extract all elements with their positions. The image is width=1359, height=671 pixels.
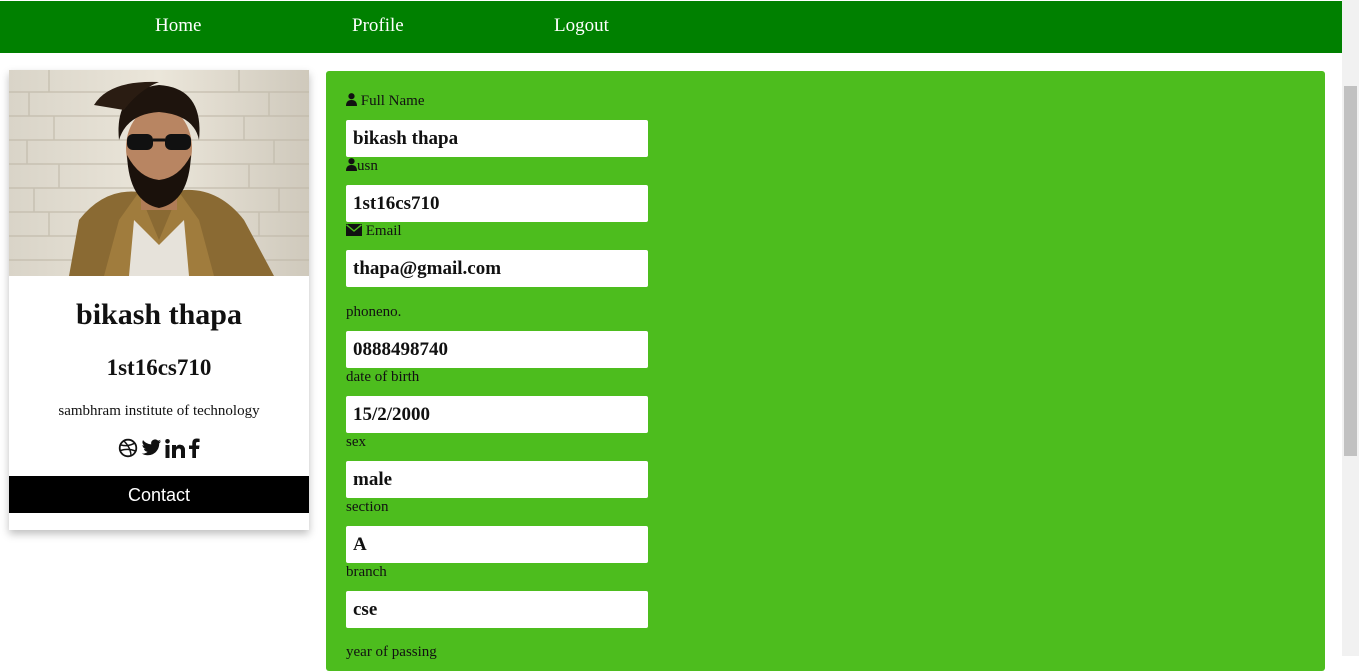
phone-field[interactable]: 0888498740 <box>346 331 648 368</box>
profile-name: bikash thapa <box>76 298 242 331</box>
linkedin-icon[interactable] <box>165 438 185 458</box>
envelope-icon <box>346 223 362 239</box>
nav-logout-link[interactable]: Logout <box>554 1 609 53</box>
sex-label: sex <box>346 434 366 450</box>
user-icon <box>346 158 357 174</box>
dob-field[interactable]: 15/2/2000 <box>346 396 648 433</box>
usn-label: usn <box>346 157 378 175</box>
sex-field[interactable]: male <box>346 461 648 498</box>
student-details-form: Full Name bikash thapa usn 1st16cs710 Em… <box>326 71 1325 671</box>
usn-field[interactable]: 1st16cs710 <box>346 185 648 222</box>
social-links <box>9 436 309 460</box>
dribbble-icon[interactable] <box>118 438 138 458</box>
page-scrollbar[interactable] <box>1342 0 1359 656</box>
profile-college: sambhram institute of technology <box>58 403 260 419</box>
full-name-label: Full Name <box>346 92 425 110</box>
year-of-passing-label: year of passing <box>346 644 437 660</box>
dob-label: date of birth <box>346 369 420 385</box>
facebook-icon[interactable] <box>188 438 200 458</box>
profile-photo <box>9 70 309 276</box>
full-name-field[interactable]: bikash thapa <box>346 120 648 157</box>
nav-profile-link[interactable]: Profile <box>352 1 404 53</box>
profile-card: bikash thapa 1st16cs710 sambhram institu… <box>9 70 309 530</box>
email-label: Email <box>346 222 402 240</box>
email-field[interactable]: thapa@gmail.com <box>346 250 648 287</box>
scrollbar-thumb[interactable] <box>1344 86 1357 456</box>
phone-label: phoneno. <box>346 304 402 320</box>
profile-usn: 1st16cs710 <box>106 355 212 380</box>
user-icon <box>346 93 357 109</box>
top-navbar: Home Profile Logout <box>0 1 1342 53</box>
contact-button[interactable]: Contact <box>9 476 309 513</box>
branch-label: branch <box>346 564 387 580</box>
nav-home-link[interactable]: Home <box>155 1 201 53</box>
section-field[interactable]: A <box>346 526 648 563</box>
branch-field[interactable]: cse <box>346 591 648 628</box>
twitter-icon[interactable] <box>141 439 162 457</box>
section-label: section <box>346 499 389 515</box>
